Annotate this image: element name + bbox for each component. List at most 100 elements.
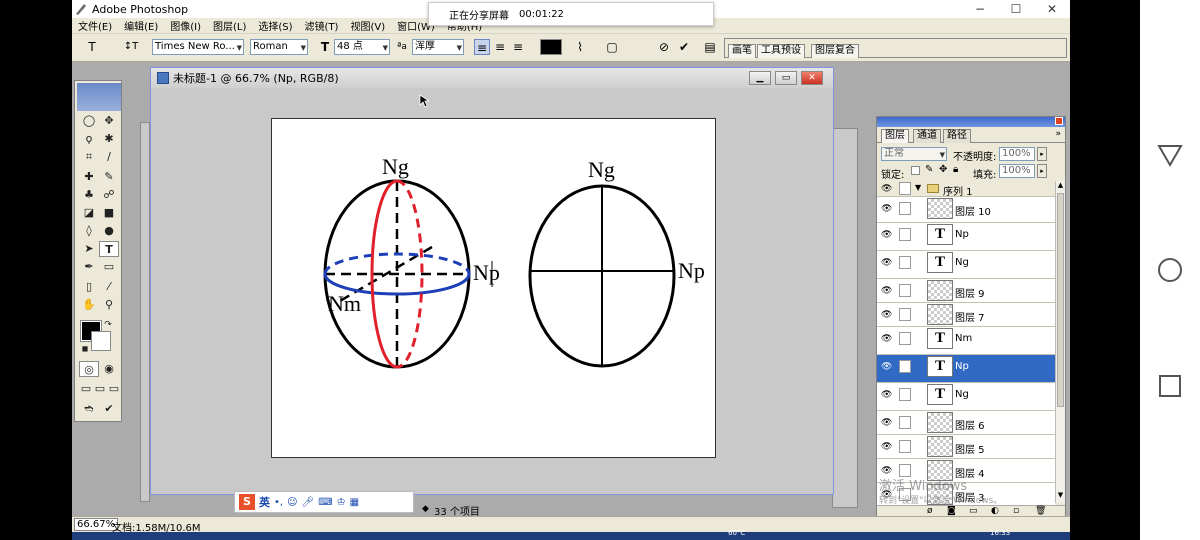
standard-mode-icon[interactable]: ◎ <box>79 361 99 377</box>
lock-move-icon[interactable]: ✥ <box>939 164 947 175</box>
eye-icon[interactable]: 👁︎ <box>881 334 892 344</box>
fill-input[interactable]: 100% <box>999 164 1035 178</box>
eye-icon[interactable]: 👁︎ <box>881 286 892 296</box>
menu-file[interactable]: 文件(E) <box>72 18 118 33</box>
link-box[interactable] <box>899 464 911 477</box>
back-triangle-icon[interactable] <box>1156 141 1184 169</box>
marquee-tool-icon[interactable]: ◯ <box>79 113 99 129</box>
fill-arrow-icon[interactable]: ▸ <box>1037 164 1047 178</box>
keyboard-icon[interactable]: ⌨ <box>318 497 332 508</box>
menu-edit[interactable]: 编辑(E) <box>118 18 164 33</box>
healing-brush-tool-icon[interactable]: ✚ <box>79 169 99 185</box>
layer-row[interactable]: 👁︎ 图层 7 <box>877 303 1055 327</box>
menu-layer[interactable]: 图层(L) <box>207 18 252 33</box>
layer-row[interactable]: 👁︎ 图层 10 <box>877 197 1055 223</box>
antialias-select[interactable]: 浑厚 ▼ <box>412 39 464 55</box>
pen-tool-icon[interactable]: ✒ <box>79 259 99 275</box>
text-tool-preset-icon[interactable]: T <box>80 39 104 55</box>
image-ready-icon[interactable]: ✔ <box>99 401 119 417</box>
layer-mask-icon[interactable]: ◙ <box>947 506 956 516</box>
menu-image[interactable]: 图像(I) <box>164 18 207 33</box>
zoom-tool-icon[interactable]: ⚲ <box>99 297 119 313</box>
notes-tool-icon[interactable]: ▯ <box>79 279 99 295</box>
maximize-button[interactable]: ☐ <box>998 0 1034 18</box>
eye-icon[interactable]: 👁︎ <box>881 230 892 240</box>
text-orientation-icon[interactable]: ↕T <box>122 39 140 55</box>
screen-mode-full-icon[interactable]: ▭ <box>107 381 121 397</box>
layer-row[interactable]: 👁︎ 图层 5 <box>877 435 1055 459</box>
screen-mode-full-menu-icon[interactable]: ▭ <box>93 381 107 397</box>
quick-mask-mode-icon[interactable]: ◉ <box>99 361 119 377</box>
tab-layers[interactable]: 图层 <box>881 129 909 143</box>
skin-icon[interactable]: ♔ <box>337 497 346 508</box>
eraser-tool-icon[interactable]: ◪ <box>79 205 99 221</box>
font-style-select[interactable]: Roman ▼ <box>250 39 308 55</box>
toolbox-icon[interactable]: ▦ <box>350 497 359 508</box>
crop-tool-icon[interactable]: ⌗ <box>79 149 99 165</box>
shape-tool-icon[interactable]: ▭ <box>99 259 119 275</box>
font-family-select[interactable]: Times New Ro... ▼ <box>152 39 244 55</box>
layer-row[interactable]: 👁︎ 图层 9 <box>877 279 1055 303</box>
sogou-icon[interactable]: S <box>239 494 255 510</box>
swap-colors-icon[interactable]: ↷ <box>101 317 115 333</box>
magic-wand-tool-icon[interactable]: ✱ <box>99 131 119 147</box>
eye-icon[interactable]: 👁︎ <box>881 310 892 320</box>
default-colors-icon[interactable]: ◼ <box>79 341 91 357</box>
layer-row[interactable]: 👁︎ 图层 6 <box>877 411 1055 435</box>
history-brush-tool-icon[interactable]: ☍ <box>99 187 119 203</box>
scroll-up-icon[interactable]: ▲ <box>1056 181 1065 191</box>
text-color-swatch[interactable] <box>540 39 562 55</box>
eye-icon[interactable]: 👁︎ <box>881 466 892 476</box>
emoji-icon[interactable]: ☺ <box>287 497 297 508</box>
ime-mode-label[interactable]: 英 <box>259 494 270 510</box>
menu-filter[interactable]: 滤镜(T) <box>299 18 345 33</box>
menu-select[interactable]: 选择(S) <box>252 18 298 33</box>
document-canvas[interactable]: Ng Np Nm Ng Np <box>271 118 716 458</box>
align-left-icon[interactable]: ≡ <box>474 39 490 55</box>
background-color-swatch[interactable] <box>91 331 111 351</box>
tab-tool-presets[interactable]: 工具预设 <box>757 44 805 58</box>
type-tool-icon[interactable]: T <box>99 241 119 257</box>
jump-to-imageready-icon[interactable]: ➬ <box>79 401 99 417</box>
layer-row[interactable]: 👁︎ T Np <box>877 223 1055 251</box>
lock-paint-icon[interactable]: ✎ <box>925 164 933 175</box>
trash-icon[interactable]: 🗑︎ <box>1035 506 1046 516</box>
link-box[interactable] <box>899 256 911 269</box>
menu-view[interactable]: 视图(V) <box>344 18 391 33</box>
close-button[interactable]: ✕ <box>1034 0 1070 18</box>
link-box[interactable] <box>899 308 911 321</box>
layer-row[interactable]: 👁︎ ✎ T Np <box>877 355 1055 383</box>
eye-icon[interactable]: 👁︎ <box>881 490 892 500</box>
link-box[interactable] <box>899 388 911 401</box>
doc-minimize-button[interactable]: ▁ <box>749 71 771 85</box>
move-tool-icon[interactable]: ✥ <box>99 113 119 129</box>
eye-icon[interactable]: 👁︎ <box>881 442 892 452</box>
eye-icon[interactable]: 👁︎ <box>881 390 892 400</box>
scroll-thumb[interactable] <box>1057 193 1064 407</box>
doc-close-button[interactable]: ✕ <box>801 71 823 85</box>
voice-icon[interactable]: 🎤︎ <box>302 497 315 508</box>
file-browser-icon[interactable]: ▤ <box>702 39 718 55</box>
tab-brushes[interactable]: 画笔 <box>728 44 756 58</box>
expand-triangle-icon[interactable]: ▼ <box>915 183 921 192</box>
eye-icon[interactable]: 👁︎ <box>881 258 892 268</box>
layer-row[interactable]: 👁︎ 图层 4 <box>877 459 1055 483</box>
brush-link-icon[interactable]: ✎ <box>899 360 911 373</box>
commit-edit-icon[interactable]: ✔ <box>676 39 692 55</box>
blur-tool-icon[interactable]: ◊ <box>79 223 99 239</box>
minimize-button[interactable]: − <box>962 0 998 18</box>
home-circle-icon[interactable] <box>1156 256 1184 284</box>
layers-scrollbar[interactable]: ▲ ▼ <box>1055 181 1065 503</box>
opacity-arrow-icon[interactable]: ▸ <box>1037 147 1047 161</box>
link-box[interactable] <box>899 332 911 345</box>
layer-row[interactable]: 👁︎ T Ng <box>877 383 1055 411</box>
layer-row[interactable]: 👁︎ T Ng <box>877 251 1055 279</box>
hand-tool-icon[interactable]: ✋ <box>79 297 99 313</box>
adjustment-layer-icon[interactable]: ◐ <box>991 506 999 516</box>
layer-style-icon[interactable]: ø <box>927 506 933 516</box>
path-selection-tool-icon[interactable]: ➤ <box>79 241 99 257</box>
layer-row[interactable]: 👁︎ 图层 3 <box>877 483 1055 507</box>
lasso-tool-icon[interactable]: ϙ <box>79 131 99 147</box>
recents-square-icon[interactable] <box>1156 372 1184 400</box>
link-box[interactable] <box>899 182 911 195</box>
